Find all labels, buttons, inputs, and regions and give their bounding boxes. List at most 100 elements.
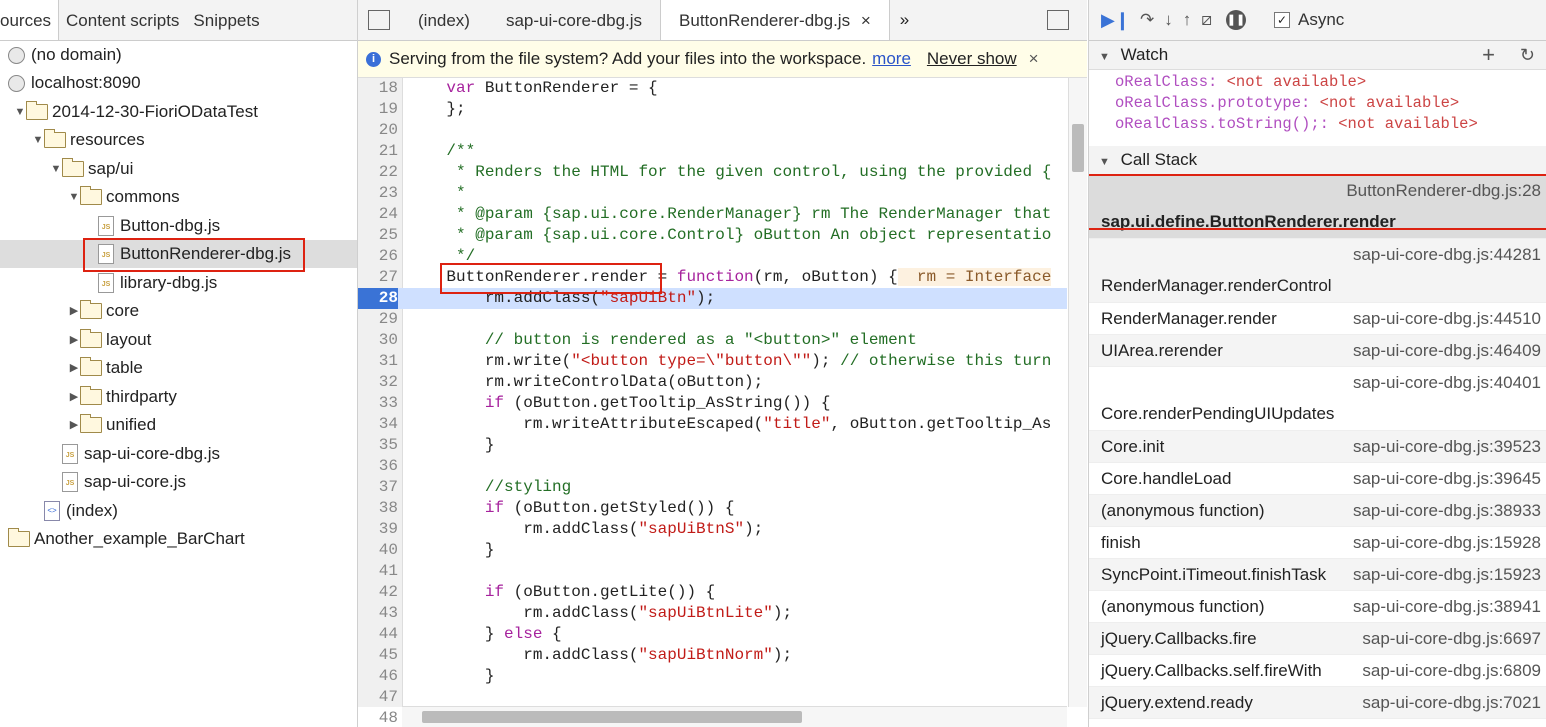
frame-location[interactable]: sap-ui-core-dbg.js:38941 [1353,597,1541,617]
frame-location[interactable]: sap-ui-core-dbg.js:46409 [1353,341,1541,361]
tab-index[interactable]: (index) [400,0,488,40]
expanded-arrow-icon[interactable]: ▼ [32,126,44,154]
frame-location[interactable]: sap-ui-core-dbg.js:39523 [1353,437,1541,457]
call-frame[interactable]: (anonymous function) sap-ui-core-dbg.js:3… [1089,495,1546,527]
frame-location[interactable]: sap-ui-core-dbg.js:40401 [1353,373,1541,393]
code-line[interactable]: 30 // button is rendered as a "<button>"… [358,330,1067,351]
code-line[interactable]: 40 } [358,540,1067,561]
tab-snippets[interactable]: Snippets [186,0,266,40]
toggle-debugger-icon[interactable] [1047,10,1069,30]
line-number[interactable]: 40 [358,540,398,561]
line-number[interactable]: 22 [358,162,398,183]
frame-location[interactable]: sap-ui-core-dbg.js:38933 [1353,501,1541,521]
tree-item[interactable]: ▶ table [68,354,143,382]
watch-expression[interactable]: oRealClass.toString();: <not available> [1115,114,1546,135]
pause-on-exceptions-icon[interactable]: ❚❚ [1226,10,1246,30]
step-into-icon[interactable]: ↓ [1164,10,1173,30]
collapsed-arrow-icon[interactable]: ▶ [68,354,80,382]
code-line[interactable]: 37 //styling [358,477,1067,498]
frame-location[interactable]: sap-ui-core-dbg.js:15928 [1353,533,1541,553]
line-number[interactable]: 42 [358,582,398,603]
call-frame[interactable]: RenderManager.renderControl sap-ui-core-d… [1089,239,1546,303]
collapsed-arrow-icon[interactable]: ▶ [68,326,80,354]
line-number[interactable]: 30 [358,330,398,351]
line-number[interactable]: 41 [358,561,398,582]
tab-buttonrenderer-dbg[interactable]: ButtonRenderer-dbg.js × [660,0,890,40]
call-frame[interactable]: RenderManager.render sap-ui-core-dbg.js:4… [1089,303,1546,335]
line-number[interactable]: 47 [358,687,398,708]
tree-item[interactable]: ▶ thirdparty [68,383,177,411]
line-number[interactable]: 26 [358,246,398,267]
callstack-header[interactable]: ▼ Call Stack [1089,146,1546,175]
tree-item[interactable]: ▶ unified [68,411,156,439]
code-line[interactable]: 39 rm.addClass("sapUiBtnS"); [358,519,1067,540]
tree-item[interactable]: JS library-dbg.js [86,269,217,297]
watch-expression[interactable]: oRealClass: <not available> [1115,72,1546,93]
tree-item[interactable]: ▼ commons [68,183,180,211]
line-number[interactable]: 18 [358,78,398,99]
tab-content-scripts[interactable]: Content scripts [59,0,186,40]
line-number[interactable]: 28 [358,288,398,309]
line-number[interactable]: 31 [358,351,398,372]
scroll-thumb[interactable] [422,711,802,723]
line-number[interactable]: 19 [358,99,398,120]
call-frame[interactable]: jQuery.Callbacks.fire sap-ui-core-dbg.js:… [1089,623,1546,655]
tree-item[interactable]: localhost:8090 [0,69,141,97]
line-number[interactable]: 23 [358,183,398,204]
line-number[interactable]: 48 [358,708,398,727]
code-line[interactable]: 19 }; [358,99,1067,120]
code-line[interactable]: 47 [358,687,1067,708]
frame-location[interactable]: sap-ui-core-dbg.js:39645 [1353,469,1541,489]
code-line[interactable]: 38 if (oButton.getStyled()) { [358,498,1067,519]
line-number[interactable]: 27 [358,267,398,288]
line-number[interactable]: 20 [358,120,398,141]
step-out-icon[interactable]: ↑ [1183,10,1192,30]
never-show-link[interactable]: Never show [927,49,1017,69]
line-number[interactable]: 39 [358,519,398,540]
scroll-thumb[interactable] [1072,124,1084,172]
line-number[interactable]: 29 [358,309,398,330]
add-watch-icon[interactable]: + [1482,41,1495,69]
line-number[interactable]: 38 [358,498,398,519]
tree-item[interactable]: Another_example_BarChart [0,525,245,553]
vertical-scrollbar[interactable] [1068,78,1087,707]
code-line[interactable]: 31 rm.write("<button type=\"button\""); … [358,351,1067,372]
code-line[interactable]: 43 rm.addClass("sapUiBtnLite"); [358,603,1067,624]
code-line[interactable]: 22 * Renders the HTML for the given cont… [358,162,1067,183]
code-line[interactable]: 24 * @param {sap.ui.core.RenderManager} … [358,204,1067,225]
code-line[interactable]: 36 [358,456,1067,477]
frame-location[interactable]: sap-ui-core-dbg.js:6809 [1362,661,1541,681]
tree-item[interactable]: ▶ layout [68,326,151,354]
code-line[interactable]: 45 rm.addClass("sapUiBtnNorm"); [358,645,1067,666]
line-number[interactable]: 21 [358,141,398,162]
watch-header[interactable]: ▼ Watch + ↻ [1089,41,1546,70]
call-frame[interactable]: UIArea.rerender sap-ui-core-dbg.js:46409 [1089,335,1546,367]
call-frame[interactable]: Core.handleLoad sap-ui-core-dbg.js:39645 [1089,463,1546,495]
tab-sap-ui-core-dbg[interactable]: sap-ui-core-dbg.js [488,0,660,40]
line-number[interactable]: 45 [358,645,398,666]
call-frame[interactable]: jQuery.Callbacks.self.fireWith sap-ui-cor… [1089,655,1546,687]
close-tab-icon[interactable]: × [861,11,871,30]
expanded-arrow-icon[interactable]: ▼ [68,183,80,211]
tree-item[interactable]: ▶ core [68,297,139,325]
frame-location[interactable]: sap-ui-core-dbg.js:44510 [1353,309,1541,329]
call-frame[interactable]: SyncPoint.iTimeout.finishTask sap-ui-core… [1089,559,1546,591]
collapsed-arrow-icon[interactable]: ▶ [68,383,80,411]
resume-icon[interactable]: ▶❙ [1101,10,1130,31]
line-number[interactable]: 33 [358,393,398,414]
call-frame[interactable]: finish sap-ui-core-dbg.js:15928 [1089,527,1546,559]
tree-item[interactable]: ▼ resources [32,126,145,154]
code-line[interactable]: 18 var ButtonRenderer = { [358,78,1067,99]
line-number[interactable]: 35 [358,435,398,456]
tree-item[interactable]: <> (index) [32,497,118,525]
tree-item[interactable]: JS sap-ui-core-dbg.js [50,440,220,468]
line-number[interactable]: 25 [358,225,398,246]
line-number[interactable]: 43 [358,603,398,624]
async-checkbox[interactable]: ✓ [1274,12,1290,28]
code-line[interactable]: 41 [358,561,1067,582]
frame-location[interactable]: sap-ui-core-dbg.js:44281 [1353,245,1541,265]
horizontal-scrollbar[interactable] [402,706,1067,727]
code-line[interactable]: 29 [358,309,1067,330]
code-line[interactable]: 23 * [358,183,1067,204]
more-link[interactable]: more [872,49,911,69]
